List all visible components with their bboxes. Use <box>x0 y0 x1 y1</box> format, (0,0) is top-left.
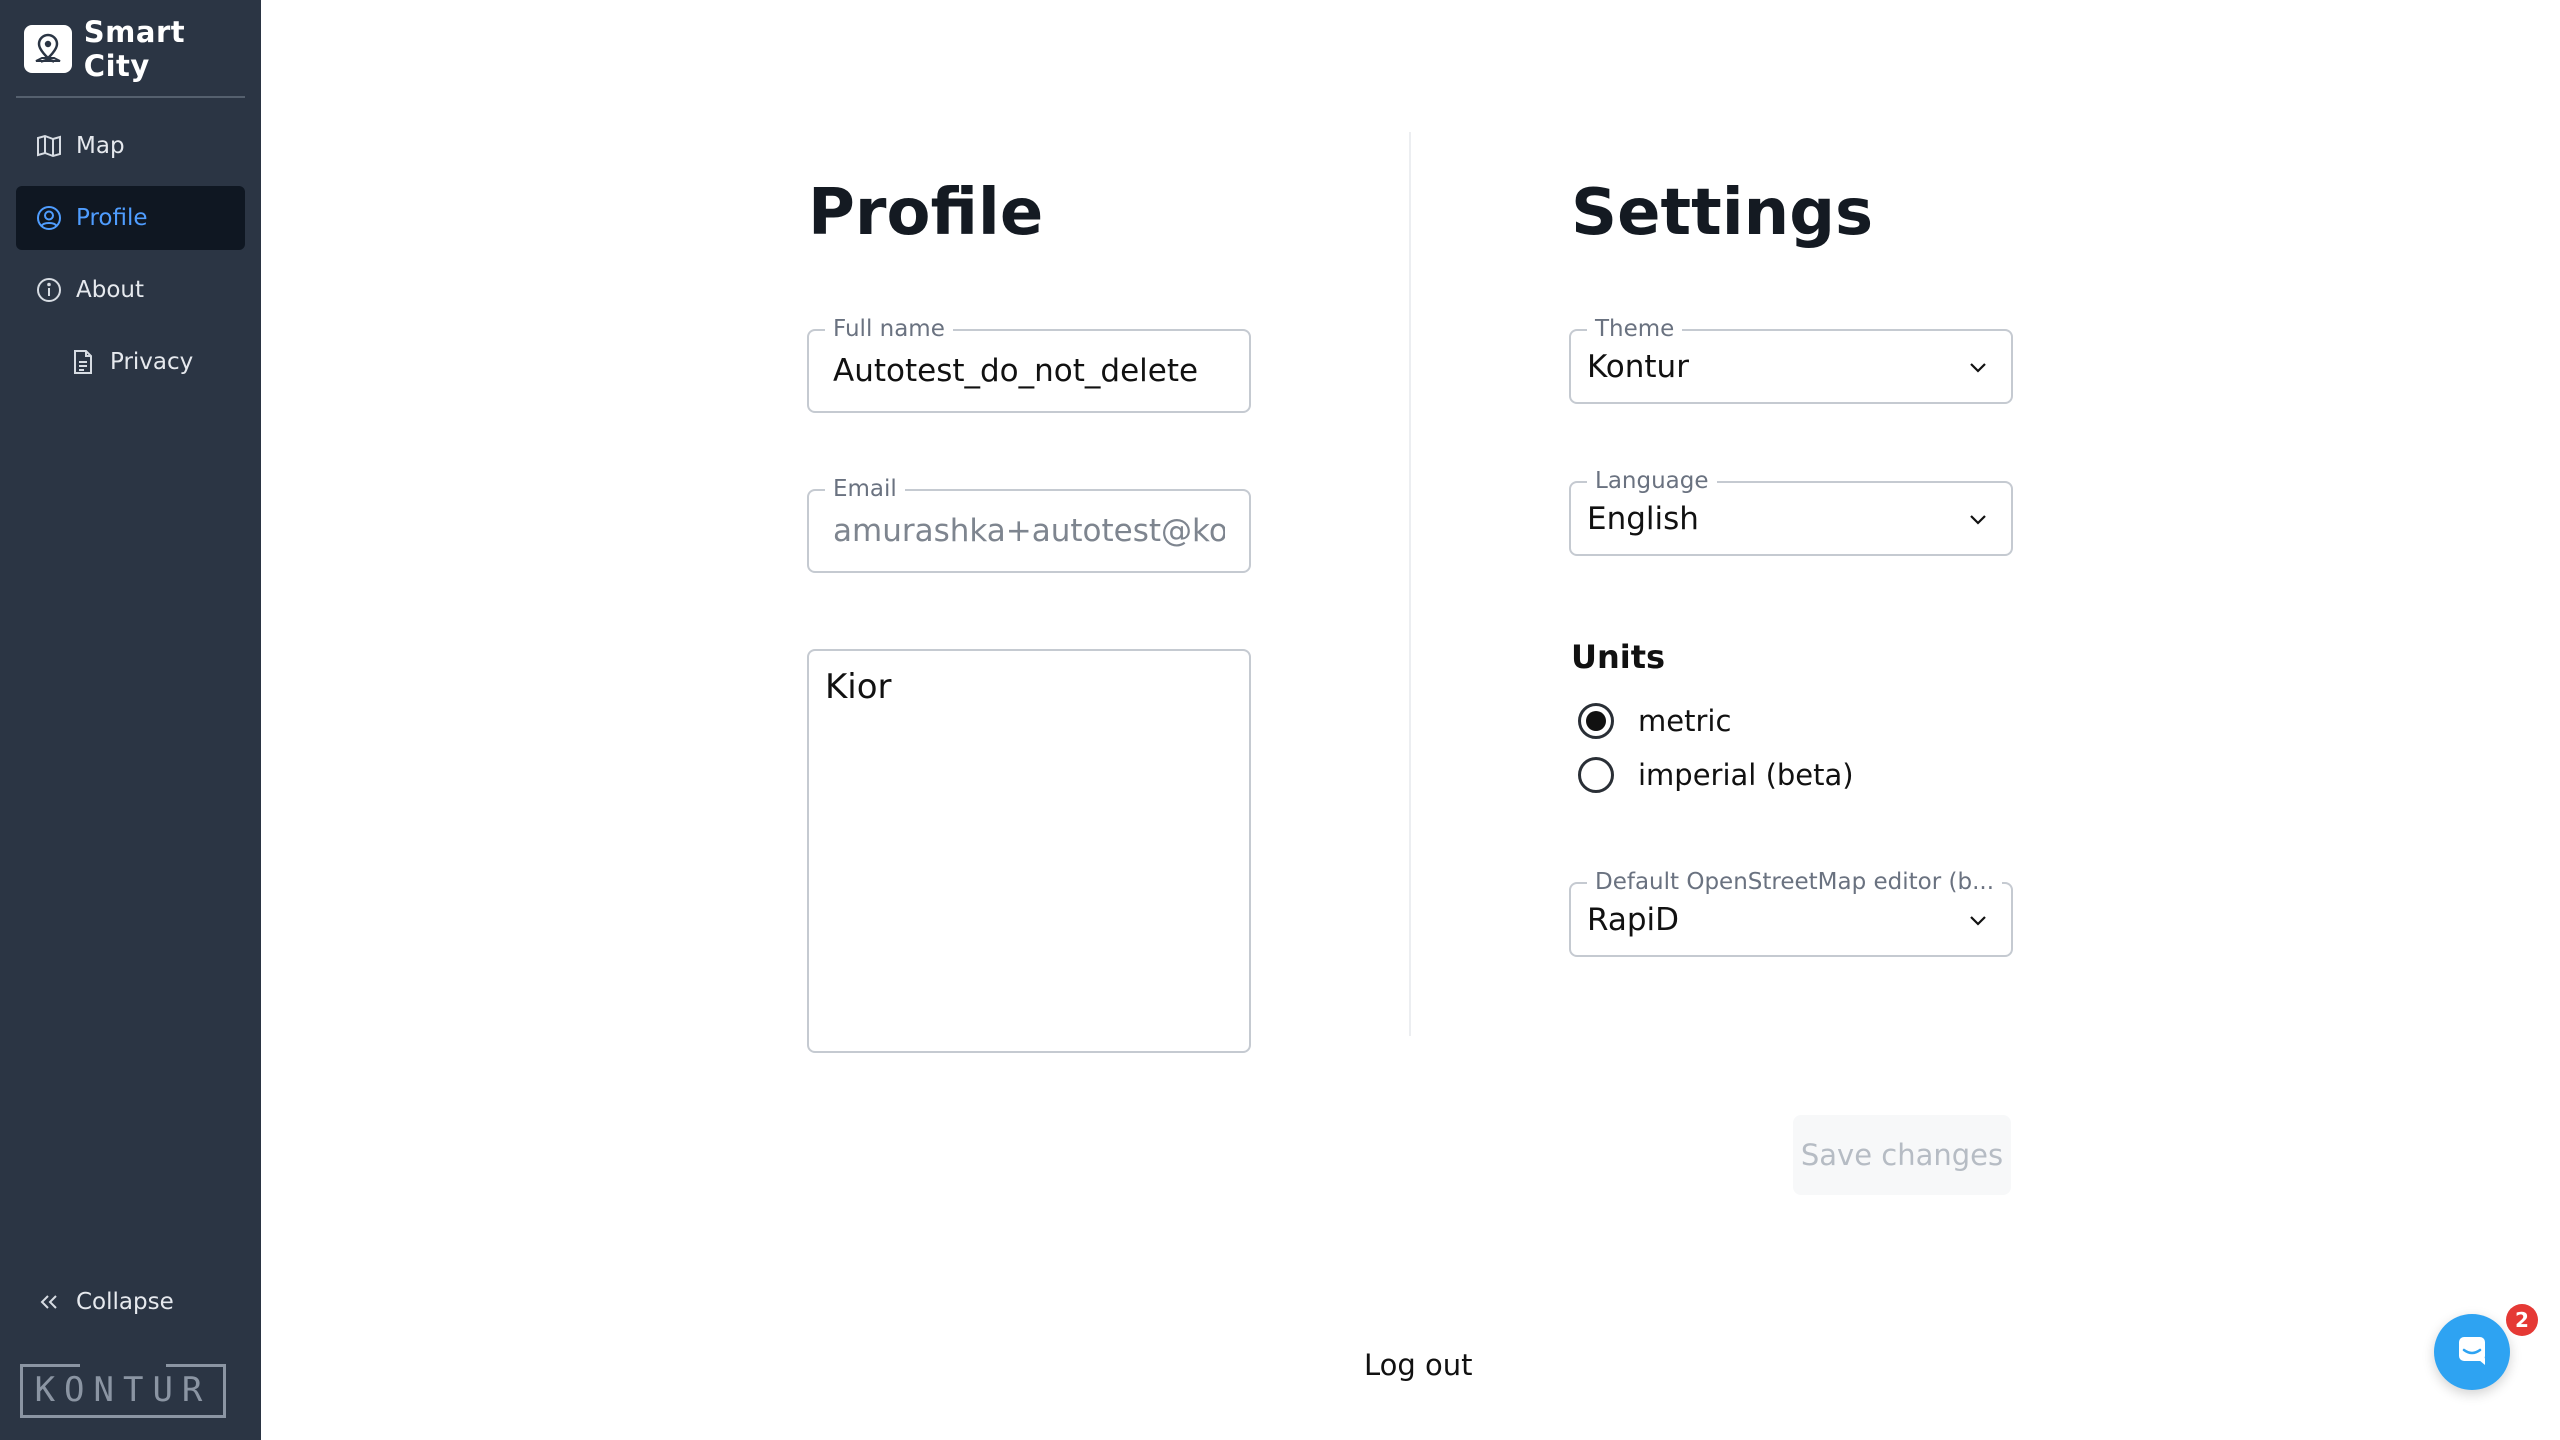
user-circle-icon <box>34 203 64 233</box>
sidebar-item-map[interactable]: Map <box>16 114 245 178</box>
sidebar-item-label: Privacy <box>110 349 194 375</box>
chevron-down-icon <box>1965 354 1991 380</box>
brand[interactable]: Smart City <box>24 15 261 83</box>
language-select[interactable]: Language English <box>1569 468 2013 556</box>
bio-value[interactable]: Kior <box>825 667 892 707</box>
collapse-button[interactable]: Collapse <box>16 1270 174 1334</box>
sidebar-item-profile[interactable]: Profile <box>16 186 245 250</box>
main-content <box>261 0 2560 1440</box>
sidebar: Smart City Map Profile About Privacy Col… <box>0 0 261 1440</box>
sidebar-item-label: Profile <box>76 205 148 231</box>
language-value: English <box>1587 500 1699 537</box>
sidebar-divider <box>16 96 245 98</box>
units-radio-imperial[interactable]: imperial (beta) <box>1578 757 1854 793</box>
radio-dot <box>1586 711 1606 731</box>
column-divider <box>1409 132 1411 1036</box>
radio-circle[interactable] <box>1578 703 1614 739</box>
kontur-logo-text: KONTUR <box>34 1369 212 1410</box>
email-value[interactable]: amurashka+autotest@kont <box>833 491 1225 571</box>
document-icon <box>68 347 98 377</box>
map-icon <box>34 131 64 161</box>
units-radio-metric[interactable]: metric <box>1578 703 1731 739</box>
kontur-logo: KONTUR <box>20 1364 226 1418</box>
full-name-field[interactable]: Full name Autotest_do_not_delete <box>807 316 1251 413</box>
settings-title: Settings <box>1571 176 1874 250</box>
osm-editor-select[interactable]: Default OpenStreetMap editor (b... RapiD <box>1569 869 2013 957</box>
chat-unread-badge: 2 <box>2506 1304 2538 1336</box>
osm-editor-value: RapiD <box>1587 901 1680 938</box>
app-title: Smart City <box>83 15 186 83</box>
sidebar-item-label: About <box>76 277 145 303</box>
radio-circle[interactable] <box>1578 757 1614 793</box>
chevrons-left-icon <box>34 1287 64 1317</box>
collapse-label: Collapse <box>76 1289 174 1315</box>
chat-launcher-button[interactable] <box>2434 1314 2510 1390</box>
email-field[interactable]: Email amurashka+autotest@kont <box>807 476 1251 573</box>
units-radio-label: metric <box>1638 704 1732 738</box>
chevron-down-icon <box>1965 907 1991 933</box>
chat-icon <box>2452 1330 2492 1374</box>
logout-link[interactable]: Log out <box>1364 1348 1473 1382</box>
units-radio-label: imperial (beta) <box>1638 758 1854 792</box>
smart-city-logo-icon <box>24 25 72 73</box>
units-title: Units <box>1571 638 1666 676</box>
bio-textarea[interactable]: Kior <box>807 649 1251 1053</box>
profile-title: Profile <box>808 176 1044 250</box>
sidebar-item-privacy[interactable]: Privacy <box>16 330 245 394</box>
theme-value: Kontur <box>1587 348 1689 385</box>
info-icon <box>34 275 64 305</box>
chevron-down-icon <box>1965 506 1991 532</box>
sidebar-item-label: Map <box>76 133 125 159</box>
theme-select[interactable]: Theme Kontur <box>1569 316 2013 404</box>
sidebar-item-about[interactable]: About <box>16 258 245 322</box>
full-name-value[interactable]: Autotest_do_not_delete <box>833 331 1225 411</box>
save-changes-button[interactable]: Save changes <box>1793 1115 2011 1195</box>
